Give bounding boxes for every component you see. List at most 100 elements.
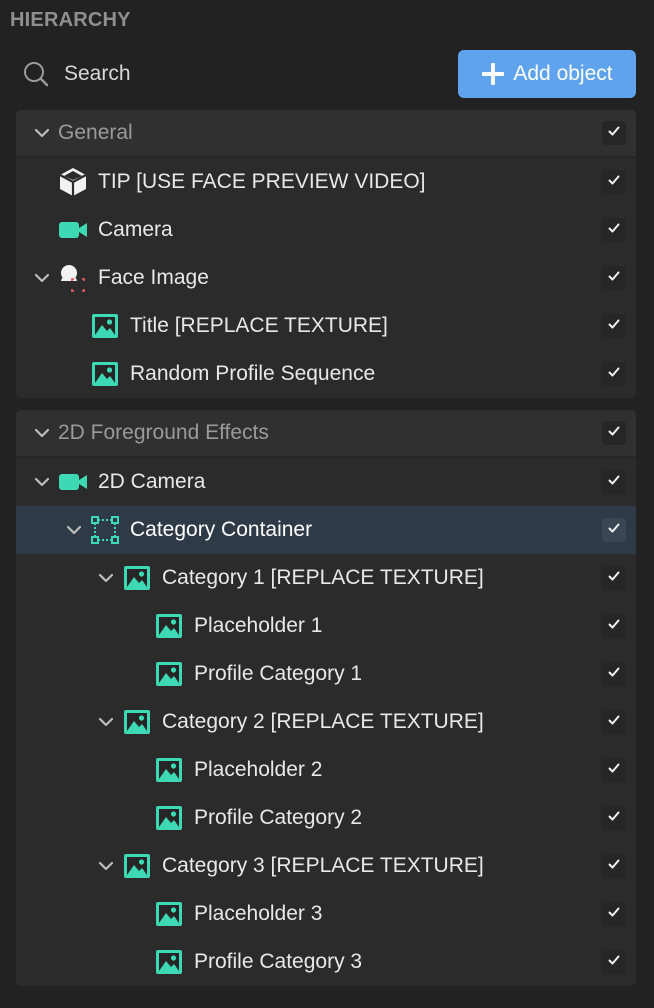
tree-item-placeholder-1[interactable]: Placeholder 1 — [16, 602, 636, 650]
tree-item-placeholder-3[interactable]: Placeholder 3 — [16, 890, 636, 938]
visibility-checkbox[interactable] — [602, 518, 626, 542]
tree-item-label: Category 2 [REPLACE TEXTURE] — [162, 710, 484, 733]
check-icon — [607, 221, 621, 240]
tree-item-random-profile-sequence[interactable]: Random Profile Sequence — [16, 350, 636, 398]
check-icon — [607, 124, 621, 143]
check-icon — [607, 953, 621, 972]
tree-item-placeholder-2[interactable]: Placeholder 2 — [16, 746, 636, 794]
tree-item-label: Category 1 [REPLACE TEXTURE] — [162, 566, 484, 589]
cube-icon — [58, 167, 88, 197]
tree-item-2d-camera[interactable]: 2D Camera — [16, 458, 636, 506]
check-icon — [607, 173, 621, 192]
chevron-down-icon[interactable] — [33, 124, 51, 142]
visibility-checkbox[interactable] — [602, 806, 626, 830]
check-icon — [607, 269, 621, 288]
chevron-down-icon[interactable] — [65, 521, 83, 539]
check-icon — [607, 365, 621, 384]
check-icon — [607, 905, 621, 924]
chevron-down-icon[interactable] — [97, 713, 115, 731]
check-icon — [607, 809, 621, 828]
group-2d-foreground-effects: 2D Foreground Effects 2D Camera Category C… — [16, 410, 636, 986]
visibility-checkbox[interactable] — [602, 710, 626, 734]
tree-item-title-replace-texture[interactable]: Title [REPLACE TEXTURE] — [16, 302, 636, 350]
check-icon — [607, 521, 621, 540]
visibility-checkbox[interactable] — [602, 854, 626, 878]
chevron-down-icon[interactable] — [33, 424, 51, 442]
image-icon — [122, 563, 152, 593]
visibility-checkbox[interactable] — [602, 266, 626, 290]
face-image-icon — [58, 263, 88, 293]
chevron-down-icon[interactable] — [97, 569, 115, 587]
group-header[interactable]: 2D Foreground Effects — [16, 410, 636, 458]
tree-item-label: Profile Category 3 — [194, 950, 363, 973]
visibility-checkbox[interactable] — [602, 314, 626, 338]
check-icon — [607, 317, 621, 336]
chevron-down-icon[interactable] — [33, 473, 51, 491]
add-object-button[interactable]: Add object — [458, 50, 636, 98]
tree-item-category-3-replace-texture[interactable]: Category 3 [REPLACE TEXTURE] — [16, 842, 636, 890]
tree-item-label: Camera — [98, 218, 173, 241]
visibility-checkbox[interactable] — [602, 121, 626, 145]
tree-item-profile-category-1[interactable]: Profile Category 1 — [16, 650, 636, 698]
tree-item-tip-use-face-preview-video[interactable]: TIP [USE FACE PREVIEW VIDEO] — [16, 158, 636, 206]
check-icon — [607, 617, 621, 636]
visibility-checkbox[interactable] — [602, 614, 626, 638]
visibility-checkbox[interactable] — [602, 902, 626, 926]
tree-item-category-container[interactable]: Category Container — [16, 506, 636, 554]
check-icon — [607, 713, 621, 732]
group-label: General — [58, 121, 133, 144]
tree-item-profile-category-3[interactable]: Profile Category 3 — [16, 938, 636, 986]
search-box[interactable] — [22, 56, 422, 92]
tree-item-label: 2D Camera — [98, 470, 206, 493]
tree-item-label: Title [REPLACE TEXTURE] — [130, 314, 388, 337]
image-icon — [154, 803, 184, 833]
visibility-checkbox[interactable] — [602, 170, 626, 194]
check-icon — [607, 665, 621, 684]
search-input[interactable] — [64, 62, 404, 86]
group-general: General TIP [USE FACE PREVIEW VIDEO] Camer… — [16, 110, 636, 398]
chevron-down-icon[interactable] — [33, 269, 51, 287]
tree-item-category-2-replace-texture[interactable]: Category 2 [REPLACE TEXTURE] — [16, 698, 636, 746]
tree-item-label: Category Container — [130, 518, 313, 541]
add-object-label: Add object — [513, 62, 613, 85]
visibility-checkbox[interactable] — [602, 950, 626, 974]
search-icon — [24, 62, 49, 87]
tree-item-camera[interactable]: Camera — [16, 206, 636, 254]
tree-item-label: TIP [USE FACE PREVIEW VIDEO] — [98, 170, 426, 193]
panel-title: HIERARCHY — [10, 9, 131, 31]
tree-item-label: Category 3 [REPLACE TEXTURE] — [162, 854, 484, 877]
tree-item-face-image[interactable]: Face Image — [16, 254, 636, 302]
tree-item-category-1-replace-texture[interactable]: Category 1 [REPLACE TEXTURE] — [16, 554, 636, 602]
hierarchy-panel: HIERARCHY Add object General TIP [USE FAC… — [0, 0, 654, 1008]
image-icon — [154, 947, 184, 977]
visibility-checkbox[interactable] — [602, 662, 626, 686]
group-header[interactable]: General — [16, 110, 636, 158]
tree-item-label: Profile Category 1 — [194, 662, 363, 685]
visibility-checkbox[interactable] — [602, 362, 626, 386]
check-icon — [607, 473, 621, 492]
visibility-checkbox[interactable] — [602, 218, 626, 242]
image-icon — [154, 659, 184, 689]
tree-item-label: Placeholder 2 — [194, 758, 323, 781]
image-icon — [154, 899, 184, 929]
check-icon — [607, 569, 621, 588]
chevron-down-icon[interactable] — [97, 857, 115, 875]
image-icon — [122, 851, 152, 881]
image-icon — [90, 359, 120, 389]
tree-item-profile-category-2[interactable]: Profile Category 2 — [16, 794, 636, 842]
visibility-checkbox[interactable] — [602, 566, 626, 590]
tree-item-label: Profile Category 2 — [194, 806, 363, 829]
check-icon — [607, 857, 621, 876]
image-icon — [154, 611, 184, 641]
tree-item-label: Random Profile Sequence — [130, 362, 376, 385]
check-icon — [607, 761, 621, 780]
image-icon — [122, 707, 152, 737]
container-icon — [90, 515, 120, 545]
image-icon — [90, 311, 120, 341]
visibility-checkbox[interactable] — [602, 758, 626, 782]
camera-icon — [58, 215, 88, 245]
tree-item-label: Face Image — [98, 266, 209, 289]
tree-item-label: Placeholder 1 — [194, 614, 323, 637]
visibility-checkbox[interactable] — [602, 421, 626, 445]
visibility-checkbox[interactable] — [602, 470, 626, 494]
